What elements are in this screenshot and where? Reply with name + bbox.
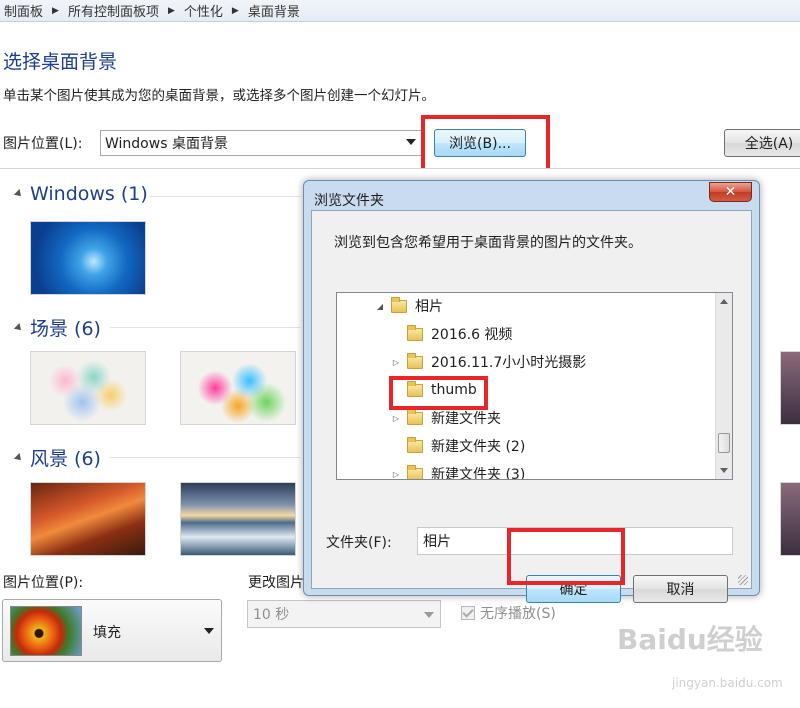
tree-item-label: thumb bbox=[431, 382, 477, 398]
dropdown-arrow-icon bbox=[424, 612, 434, 618]
collapse-arrow-icon bbox=[13, 452, 24, 463]
folder-icon bbox=[407, 324, 423, 341]
folder-tree[interactable]: ◢ 相片 2016.6 视频 ▷ 2016.11.7小小时光摄影 thumb ▷ bbox=[336, 292, 733, 480]
scroll-down-icon[interactable] bbox=[720, 468, 728, 473]
wallpaper-thumbnail[interactable] bbox=[180, 351, 296, 425]
group-divider bbox=[110, 457, 300, 458]
wallpaper-thumbnail[interactable] bbox=[780, 351, 800, 425]
tree-scrollbar[interactable] bbox=[715, 293, 732, 479]
group-title: 风景 (6) bbox=[30, 448, 101, 470]
scroll-up-icon[interactable] bbox=[720, 299, 728, 304]
tree-item-label: 2016.6 视频 bbox=[431, 327, 513, 343]
scroll-thumb[interactable] bbox=[718, 433, 730, 453]
folder-field[interactable]: 相片 bbox=[417, 527, 733, 555]
wallpaper-thumbnail[interactable] bbox=[30, 482, 146, 556]
picture-position-value: 填充 bbox=[93, 625, 121, 641]
tree-item-label: 相片 bbox=[415, 299, 443, 315]
collapse-arrow-icon bbox=[13, 189, 24, 199]
expand-arrow-icon[interactable]: ▷ bbox=[391, 470, 401, 479]
shuffle-label: 无序播放(S) bbox=[480, 606, 556, 622]
tree-item-photos[interactable]: ◢ 相片 bbox=[375, 295, 443, 317]
breadcrumb: 制面板 ▶ 所有控制面板项 ▶ 个性化 ▶ 桌面背景 bbox=[0, 0, 800, 22]
picture-location-select[interactable]: Windows 桌面背景 bbox=[100, 130, 422, 156]
select-all-button[interactable]: 全选(A) bbox=[724, 129, 800, 157]
breadcrumb-separator-icon[interactable]: ▶ bbox=[52, 6, 59, 16]
expand-arrow-icon[interactable]: ▷ bbox=[391, 414, 401, 423]
breadcrumb-item-all-items[interactable]: 所有控制面板项 bbox=[68, 1, 159, 20]
tree-item[interactable]: ▷ 新建文件夹 (3) bbox=[391, 463, 526, 480]
folder-icon bbox=[407, 436, 423, 453]
group-divider bbox=[150, 196, 300, 197]
picture-location-value: Windows 桌面背景 bbox=[105, 136, 228, 152]
tree-item-label: 新建文件夹 (3) bbox=[431, 467, 526, 480]
tree-item[interactable]: ▷ 2016.11.7小小时光摄影 bbox=[391, 351, 586, 373]
dialog-description: 浏览到包含您希望用于桌面背景的图片的文件夹。 bbox=[334, 235, 642, 251]
group-header-windows[interactable]: Windows (1) bbox=[12, 183, 148, 205]
expand-arrow-icon[interactable]: ▷ bbox=[391, 358, 401, 367]
wallpaper-thumbnail[interactable] bbox=[180, 482, 296, 556]
page-description: 单击某个图片使其成为您的桌面背景，或选择多个图片创建一个幻灯片。 bbox=[3, 88, 435, 104]
dropdown-arrow-icon bbox=[204, 628, 214, 634]
folder-icon bbox=[407, 464, 423, 479]
shuffle-checkbox[interactable]: 无序播放(S) bbox=[461, 603, 556, 623]
browse-button[interactable]: 浏览(B)... bbox=[434, 129, 526, 157]
resize-grip-icon[interactable] bbox=[738, 575, 748, 585]
folder-field-value: 相片 bbox=[423, 534, 451, 550]
group-title: Windows (1) bbox=[30, 183, 148, 205]
breadcrumb-item-personalization[interactable]: 个性化 bbox=[184, 1, 223, 20]
group-divider bbox=[110, 327, 300, 328]
tree-item-thumb[interactable]: thumb bbox=[391, 379, 477, 401]
breadcrumb-separator-icon[interactable]: ▶ bbox=[232, 6, 239, 16]
watermark-url: jingyan.baidu.com bbox=[672, 676, 783, 690]
group-header-landscapes[interactable]: 风景 (6) bbox=[12, 444, 101, 471]
wallpaper-thumbnail[interactable] bbox=[30, 221, 146, 295]
collapse-arrow-icon bbox=[13, 322, 24, 333]
folder-icon bbox=[391, 296, 407, 313]
tree-item-label: 新建文件夹 bbox=[431, 411, 501, 427]
group-header-scenes[interactable]: 场景 (6) bbox=[12, 314, 101, 341]
breadcrumb-item-control-panel[interactable]: 制面板 bbox=[4, 1, 43, 20]
expand-arrow-icon[interactable]: ◢ bbox=[375, 302, 385, 311]
picture-position-label: 图片位置(P): bbox=[3, 575, 84, 591]
tree-item-label: 2016.11.7小小时光摄影 bbox=[431, 355, 587, 371]
folder-icon bbox=[407, 352, 423, 369]
dropdown-arrow-icon bbox=[406, 139, 416, 145]
cancel-button[interactable]: 取消 bbox=[633, 575, 728, 603]
tree-item-label: 新建文件夹 (2) bbox=[431, 439, 526, 455]
folder-icon bbox=[407, 380, 423, 397]
wallpaper-thumbnail[interactable] bbox=[780, 482, 800, 556]
breadcrumb-separator-icon[interactable]: ▶ bbox=[168, 6, 175, 16]
breadcrumb-item-desktop-background[interactable]: 桌面背景 bbox=[248, 1, 300, 20]
interval-value: 10 秒 bbox=[253, 607, 290, 623]
page-title: 选择桌面背景 bbox=[3, 51, 118, 73]
change-interval-label: 更改图片 bbox=[248, 575, 303, 591]
folder-icon bbox=[407, 408, 423, 425]
tree-item[interactable]: 新建文件夹 (2) bbox=[391, 435, 525, 457]
dialog-body: 浏览到包含您希望用于桌面背景的图片的文件夹。 ◢ 相片 2016.6 视频 ▷ … bbox=[311, 210, 752, 603]
change-interval-select[interactable]: 10 秒 bbox=[247, 600, 441, 628]
tree-item[interactable]: 2016.6 视频 bbox=[391, 323, 512, 345]
wallpaper-thumbnail[interactable] bbox=[30, 351, 146, 425]
folder-field-label: 文件夹(F): bbox=[326, 535, 392, 551]
picture-position-select[interactable]: 填充 bbox=[2, 599, 222, 662]
browse-folder-dialog: 浏览文件夹 ✕ 浏览到包含您希望用于桌面背景的图片的文件夹。 ◢ 相片 2016… bbox=[303, 180, 760, 603]
group-title: 场景 (6) bbox=[30, 318, 101, 340]
picture-location-label: 图片位置(L): bbox=[3, 136, 83, 152]
close-icon[interactable]: ✕ bbox=[709, 182, 752, 202]
checkbox-icon bbox=[461, 606, 475, 620]
watermark-logo: Baidu经验 bbox=[617, 623, 763, 656]
tree-item[interactable]: ▷ 新建文件夹 bbox=[391, 407, 501, 429]
position-preview-image bbox=[10, 606, 82, 656]
dialog-title: 浏览文件夹 bbox=[314, 193, 384, 209]
ok-button[interactable]: 确定 bbox=[526, 575, 621, 603]
